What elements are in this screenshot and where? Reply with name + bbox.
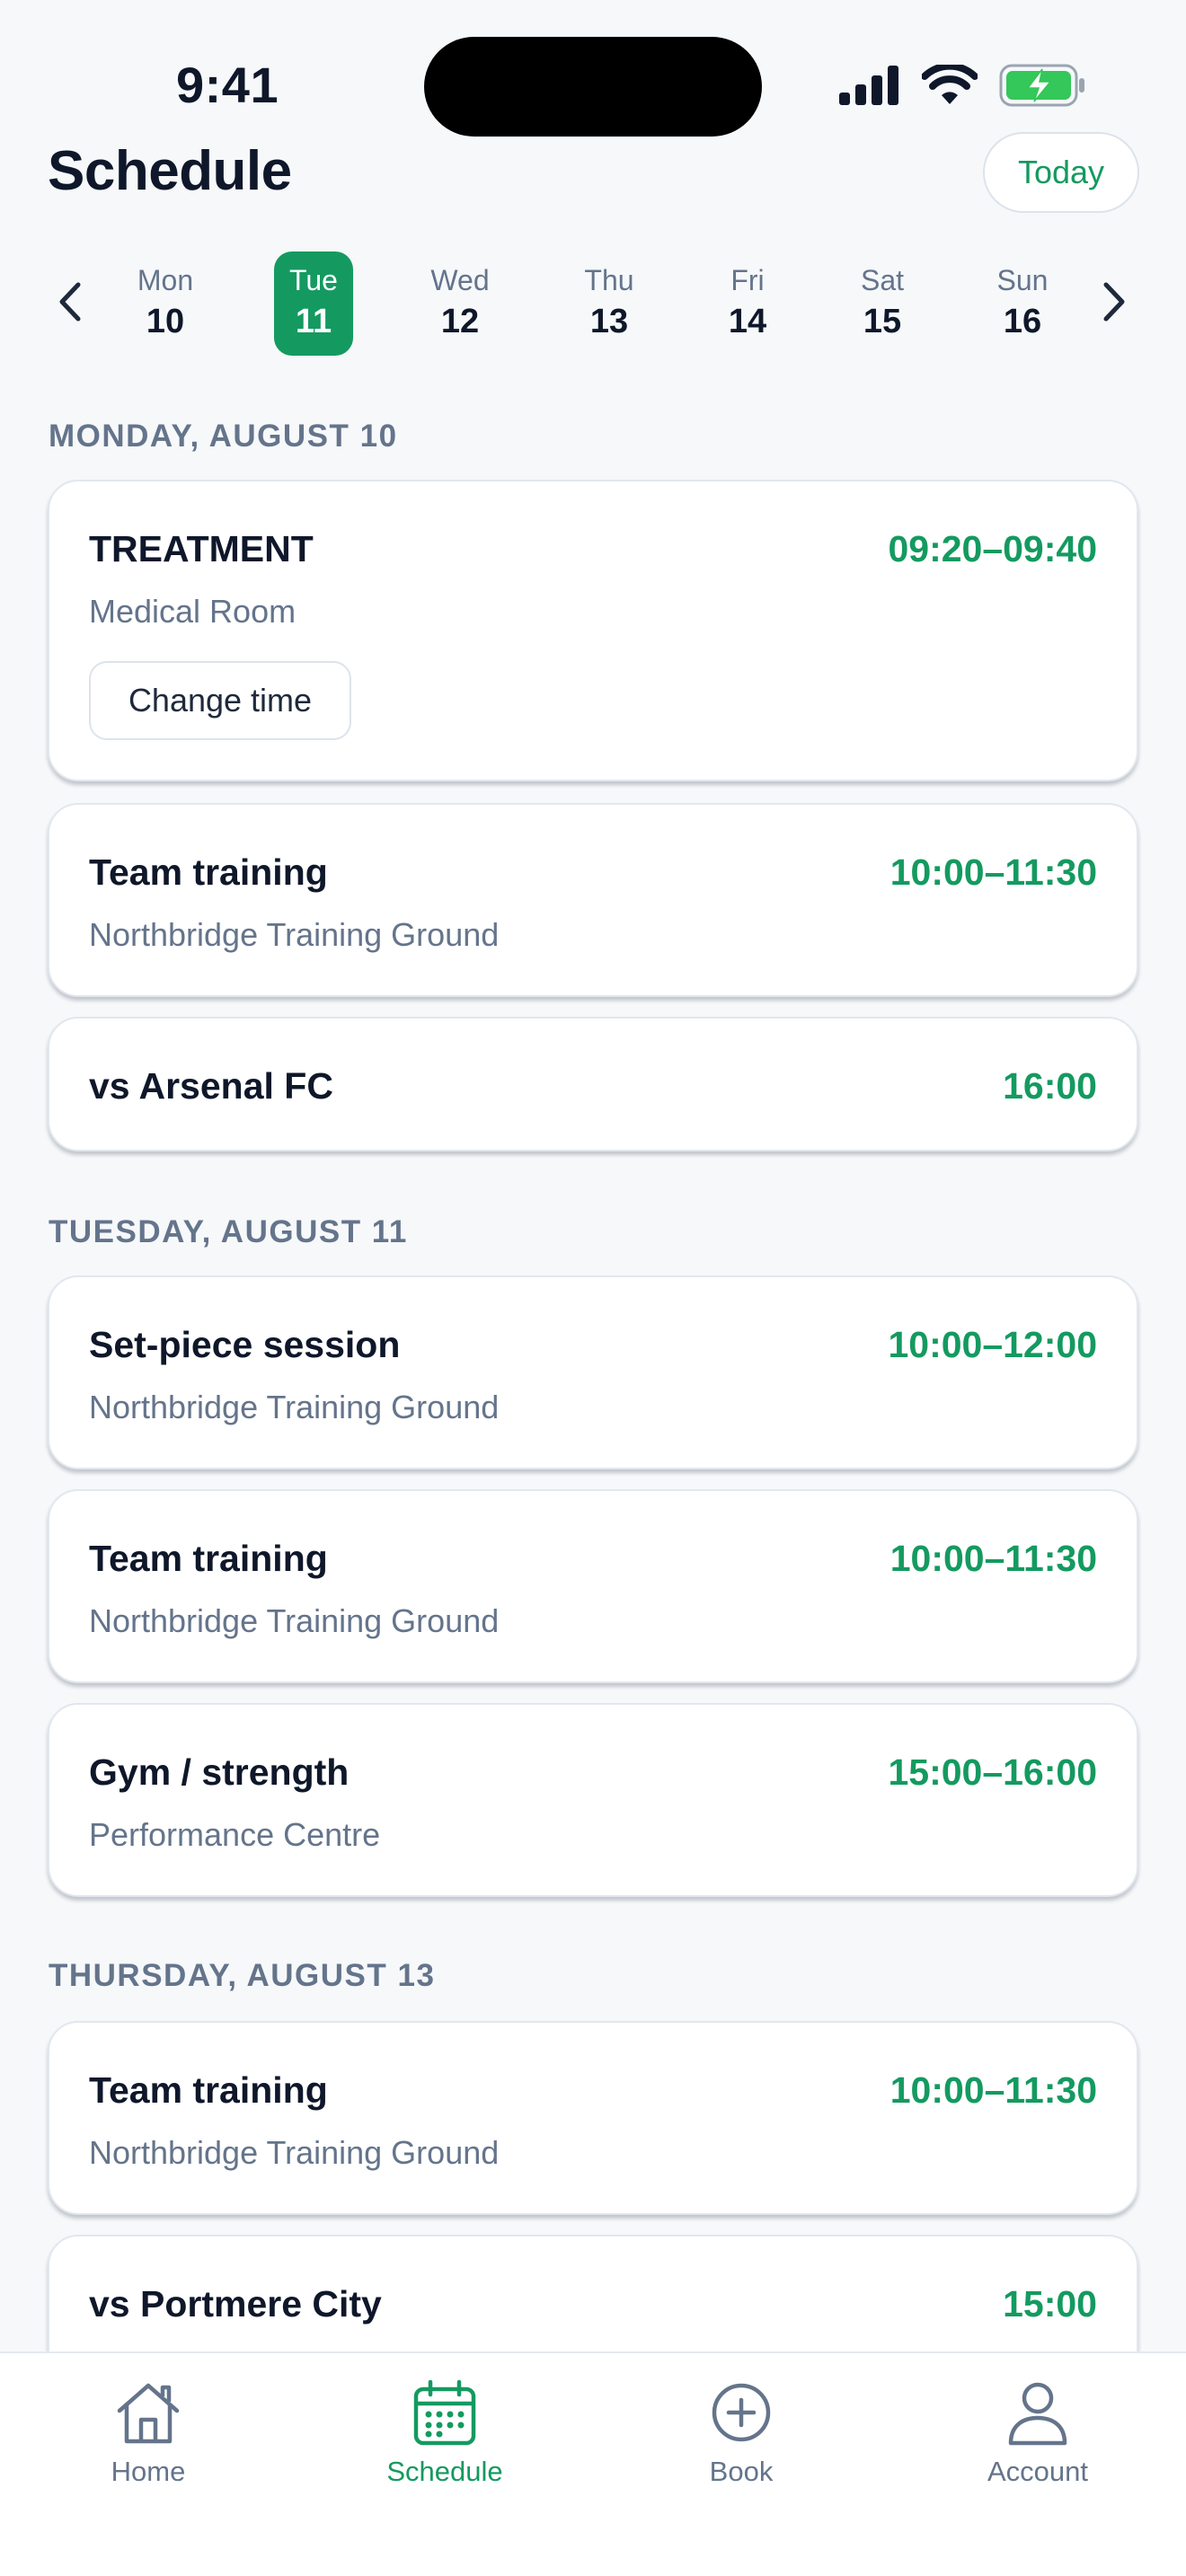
tab-label: Home [111,2456,186,2487]
day-sat[interactable]: Sat 15 [843,251,922,356]
today-button[interactable]: Today [983,132,1139,213]
event-card-treatment[interactable]: TREATMENT 09:20–09:40 Medical Room Chang… [48,480,1138,781]
day-of-week: Mon [137,264,194,297]
event-title: TREATMENT [89,528,314,569]
day-number: 16 [1003,303,1042,341]
event-card[interactable]: Team training 10:00–11:30 Northbridge Tr… [48,1489,1138,1683]
day-of-week: Tue [289,264,338,297]
page-title: Schedule [48,140,292,202]
status-bar: 9:41 [0,0,1186,137]
day-number: 15 [863,303,902,341]
cellular-signal-icon [839,66,898,105]
previous-week-button[interactable] [43,275,97,329]
day-tue[interactable]: Tue 11 [274,251,353,356]
day-wed[interactable]: Wed 12 [420,251,500,356]
next-week-button[interactable] [1087,275,1141,329]
change-time-button[interactable]: Change time [89,661,351,740]
day-number: 14 [728,303,767,341]
section-heading-monday: MONDAY, AUGUST 10 [49,419,398,454]
event-location: Performance Centre [89,1816,381,1853]
day-of-week: Fri [730,264,765,297]
event-title: Team training [89,851,328,893]
wifi-icon [922,65,978,104]
event-time: 15:00 [1003,2283,1097,2325]
event-title: vs Arsenal FC [89,1065,333,1107]
event-time: 09:20–09:40 [888,528,1097,569]
user-icon [1008,2382,1067,2446]
day-of-week: Wed [430,264,490,297]
week-strip: Mon 10 Tue 11 Wed 12 Thu 13 Fri 14 Sat 1… [0,243,1186,359]
event-time: 16:00 [1003,1065,1097,1107]
dynamic-island [424,37,762,137]
chevron-right-icon [1103,282,1125,322]
event-location: Medical Room [89,593,296,630]
tab-home[interactable]: Home [0,2353,296,2533]
status-icons [839,63,1085,108]
tab-bar: Home Schedule Book Account [0,2351,1186,2576]
day-thu[interactable]: Thu 13 [570,251,649,356]
calendar-icon [413,2379,476,2446]
event-card-match[interactable]: vs Arsenal FC 16:00 [48,1017,1138,1151]
battery-charging-icon [999,64,1084,107]
event-card[interactable]: Gym / strength 15:00–16:00 Performance C… [48,1703,1138,1897]
event-title: Set-piece session [89,1324,401,1365]
event-card[interactable]: Set-piece session 10:00–12:00 Northbridg… [48,1275,1138,1469]
day-sun[interactable]: Sun 16 [983,251,1062,356]
section-heading-tuesday: TUESDAY, AUGUST 11 [49,1214,408,1249]
day-number: 13 [589,303,629,341]
day-of-week: Thu [584,264,634,297]
home-icon [117,2383,180,2444]
chevron-left-icon [59,282,81,322]
event-time: 10:00–11:30 [890,2069,1097,2111]
event-location: Northbridge Training Ground [89,916,500,953]
status-time: 9:41 [176,57,279,113]
event-title: Team training [89,1538,328,1579]
event-location: Northbridge Training Ground [89,1602,500,1639]
event-card[interactable]: Team training 10:00–11:30 Northbridge Tr… [48,803,1138,997]
tab-account[interactable]: Account [890,2353,1186,2533]
event-time: 10:00–11:30 [890,1538,1097,1579]
plus-circle-icon [712,2383,771,2442]
day-mon[interactable]: Mon 10 [126,251,205,356]
event-location: Northbridge Training Ground [89,1389,500,1425]
day-number: 11 [295,303,332,341]
event-location: Northbridge Training Ground [89,2134,500,2171]
day-fri[interactable]: Fri 14 [708,251,787,356]
day-of-week: Sun [996,264,1049,297]
event-time: 10:00–12:00 [888,1324,1097,1365]
event-card[interactable]: Team training 10:00–11:30 Northbridge Tr… [48,2021,1138,2215]
tab-label: Account [987,2456,1088,2487]
section-heading-thursday: THURSDAY, AUGUST 13 [49,1958,436,1993]
tab-book[interactable]: Book [593,2353,890,2533]
event-title: vs Portmere City [89,2283,382,2325]
event-title: Gym / strength [89,1751,350,1793]
day-of-week: Sat [860,264,905,297]
tab-schedule[interactable]: Schedule [296,2353,593,2533]
day-number: 10 [146,303,185,341]
event-time: 15:00–16:00 [888,1751,1097,1793]
tab-label: Schedule [386,2456,503,2487]
tab-label: Book [709,2456,774,2487]
event-time: 10:00–11:30 [890,851,1097,893]
event-title: Team training [89,2069,328,2111]
day-number: 12 [440,303,480,341]
